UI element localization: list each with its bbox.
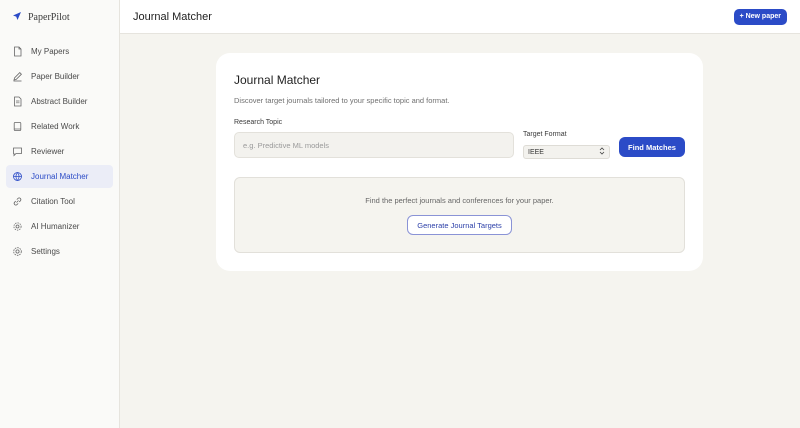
sidebar-item-label: AI Humanizer <box>31 222 80 231</box>
sidebar-item-label: Settings <box>31 247 60 256</box>
gear-icon <box>12 221 23 232</box>
empty-state-text: Find the perfect journals and conference… <box>365 196 554 205</box>
sidebar-item-label: Related Work <box>31 122 80 131</box>
sidebar-item-settings[interactable]: Settings <box>6 240 113 263</box>
sidebar-item-citation-tool[interactable]: Citation Tool <box>6 190 113 213</box>
target-format-label: Target Format <box>523 131 567 138</box>
sidebar-item-label: Paper Builder <box>31 72 80 81</box>
sidebar-item-label: Abstract Builder <box>31 97 88 106</box>
sidebar: PaperPilot My Papers Paper Builder Abstr… <box>0 0 120 428</box>
topic-label-row: Research Topic <box>234 119 685 129</box>
sidebar-item-label: Journal Matcher <box>31 172 89 181</box>
sidebar-nav: My Papers Paper Builder Abstract Builder… <box>0 34 119 263</box>
paper-plane-icon <box>12 8 22 26</box>
research-topic-input[interactable] <box>234 132 514 158</box>
sidebar-item-label: Citation Tool <box>31 197 75 206</box>
target-format-value: IEEE <box>528 148 544 156</box>
sidebar-item-ai-humanizer[interactable]: AI Humanizer <box>6 215 113 238</box>
sidebar-item-my-papers[interactable]: My Papers <box>6 40 113 63</box>
research-topic-label: Research Topic <box>234 119 283 126</box>
chat-bubble-icon <box>12 146 23 157</box>
globe-icon <box>12 171 23 182</box>
new-paper-button[interactable]: + New paper <box>733 8 787 25</box>
card-title: Journal Matcher <box>234 73 321 87</box>
book-icon <box>12 121 23 132</box>
sidebar-item-related-work[interactable]: Related Work <box>6 115 113 138</box>
find-matches-button[interactable]: Find Matches <box>619 137 685 157</box>
settings-cog-icon <box>12 246 23 257</box>
brand[interactable]: PaperPilot <box>0 0 119 34</box>
sidebar-item-label: Reviewer <box>31 147 65 156</box>
top-bar: Journal Matcher + New paper <box>120 0 800 34</box>
chevron-updown-icon <box>599 147 605 157</box>
generate-journal-targets-button[interactable]: Generate Journal Targets <box>407 215 512 235</box>
brand-name: PaperPilot <box>28 11 70 23</box>
target-format-select[interactable]: IEEE <box>523 145 610 159</box>
document-icon <box>12 46 23 57</box>
sidebar-item-paper-builder[interactable]: Paper Builder <box>6 65 113 88</box>
sidebar-item-reviewer[interactable]: Reviewer <box>6 140 113 163</box>
sidebar-item-label: My Papers <box>31 47 70 56</box>
link-icon <box>12 196 23 207</box>
pencil-icon <box>12 71 23 82</box>
page-title: Journal Matcher <box>133 10 212 23</box>
sidebar-item-journal-matcher[interactable]: Journal Matcher <box>6 165 113 188</box>
journal-matcher-card: Journal Matcher Discover target journals… <box>216 53 703 271</box>
document-lines-icon <box>12 96 23 107</box>
card-subtitle: Discover target journals tailored to you… <box>234 96 450 105</box>
results-empty-state: Find the perfect journals and conference… <box>234 177 685 253</box>
sidebar-item-abstract-builder[interactable]: Abstract Builder <box>6 90 113 113</box>
